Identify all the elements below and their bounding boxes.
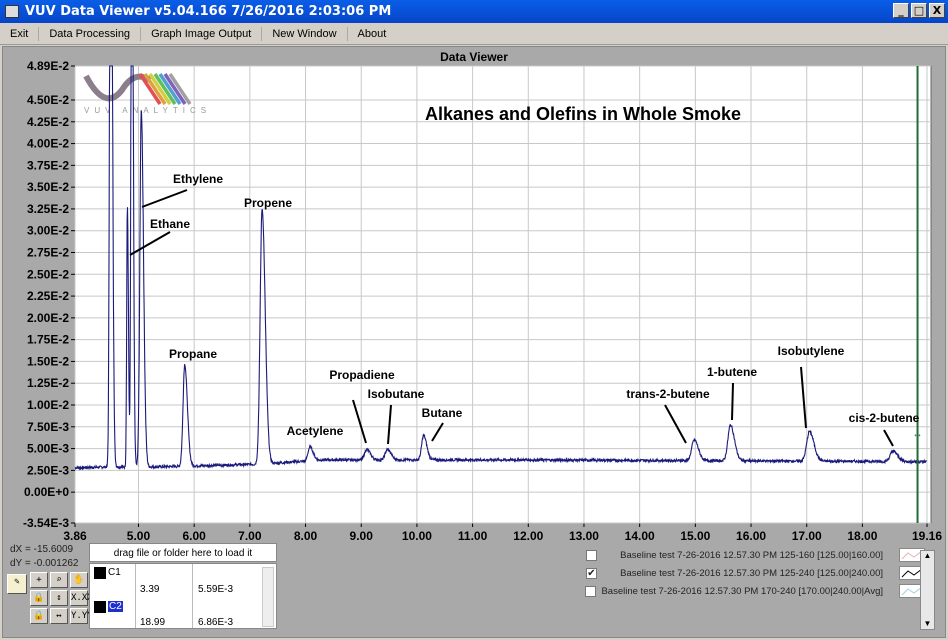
plot-legend: Baseline test 7-26-2016 12.57.30 PM 125-… bbox=[585, 548, 925, 602]
plot-area bbox=[74, 65, 932, 524]
peak-label: trans-2-butene bbox=[626, 387, 710, 401]
x-tick-label: 8.00 bbox=[294, 529, 318, 543]
peak-pointer bbox=[731, 382, 734, 421]
x-tick-label: 10.00 bbox=[402, 529, 432, 543]
legend-label: Baseline test 7-26-2016 12.57.30 PM 125-… bbox=[620, 568, 883, 579]
peak-label: Ethane bbox=[150, 217, 190, 231]
legend-item: Baseline test 7-26-2016 12.57.30 PM 125-… bbox=[585, 548, 925, 566]
peak-label: Isobutane bbox=[368, 387, 425, 401]
y-tick-label: 7.50E-3 bbox=[27, 420, 69, 434]
pan-hand-icon[interactable]: ✋ bbox=[70, 572, 88, 588]
y-tick-label: 1.25E-2 bbox=[27, 376, 69, 390]
x-lock-icon[interactable]: 🔒 bbox=[30, 590, 48, 606]
y-tick-label: 5.00E-3 bbox=[27, 442, 69, 456]
x-tick-label: 13.00 bbox=[569, 529, 599, 543]
y-tick-label: 4.50E-2 bbox=[27, 93, 69, 107]
y-tick-label: 0.00E+0 bbox=[24, 485, 69, 499]
cursor-c1-swatch bbox=[94, 567, 106, 579]
peak-label: Propene bbox=[244, 196, 292, 210]
x-tick-label: 14.00 bbox=[625, 529, 655, 543]
x-tick-label: 15.00 bbox=[680, 529, 710, 543]
legend-scrollbar[interactable]: ▲ ▼ bbox=[920, 550, 935, 630]
y-tick-label: 2.50E-3 bbox=[27, 463, 69, 477]
dx-readout: dX = -15.6009 bbox=[10, 544, 74, 555]
x-tick-label: 7.00 bbox=[238, 529, 262, 543]
y-tick-label: 2.25E-2 bbox=[27, 289, 69, 303]
legend-item: ✔ Baseline test 7-26-2016 12.57.30 PM 12… bbox=[585, 566, 925, 584]
cursor-c2-swatch bbox=[94, 601, 106, 613]
y-tick-label: 3.00E-2 bbox=[27, 224, 69, 238]
peak-label: Propane bbox=[169, 347, 217, 361]
peak-label: Butane bbox=[422, 406, 463, 420]
peak-label: 1-butene bbox=[707, 365, 757, 379]
cursor-c2-x: 18.99 bbox=[140, 617, 166, 628]
x-format-button[interactable]: X.XX bbox=[70, 590, 93, 606]
chromatogram-chart[interactable]: 3.86 5.00 6.00 7.00 8.00 9.00 10.00 11.00 12.00 1… bbox=[0, 0, 948, 545]
y-format-button[interactable]: Y.YY bbox=[70, 608, 93, 624]
x-tick-label: 18.00 bbox=[847, 529, 877, 543]
cursor-list-scrollbar[interactable] bbox=[262, 567, 274, 627]
y-tick-label: 2.75E-2 bbox=[27, 245, 69, 259]
annotate-pencil-icon[interactable]: ✎ bbox=[7, 574, 27, 594]
legend-label: Baseline test 7-26-2016 12.57.30 PM 125-… bbox=[620, 550, 883, 561]
scroll-down-icon[interactable]: ▼ bbox=[921, 619, 934, 628]
x-tick-label: 3.86 bbox=[63, 529, 87, 543]
peak-label: Propadiene bbox=[329, 368, 395, 382]
y-tick-label: 1.00E-2 bbox=[27, 398, 69, 412]
legend-label: Baseline test 7-26-2016 12.57.30 PM 170-… bbox=[601, 586, 883, 597]
legend-item: Baseline test 7-26-2016 12.57.30 PM 170-… bbox=[585, 584, 925, 602]
logo-text: VUV ANALYTICS bbox=[84, 106, 211, 115]
x-tick-label: 12.00 bbox=[513, 529, 543, 543]
y-tick-label: 3.25E-2 bbox=[27, 202, 69, 216]
y-tick-label: 4.25E-2 bbox=[27, 115, 69, 129]
y-tick-label: 4.00E-2 bbox=[27, 137, 69, 151]
file-drop-zone[interactable]: drag file or folder here to load it bbox=[89, 543, 277, 562]
cursor-c1-x: 3.39 bbox=[140, 584, 160, 595]
cursor-list: C1 3.39 5.59E-3 C2 18.99 6.86E-3 bbox=[89, 563, 277, 629]
cursor-c2-name[interactable]: C2 bbox=[108, 601, 123, 612]
legend-checkbox[interactable] bbox=[586, 550, 597, 561]
x-tick-label: 17.00 bbox=[792, 529, 822, 543]
cursor-crosshair-icon[interactable]: + bbox=[30, 572, 48, 588]
legend-checkbox[interactable]: ✔ bbox=[586, 568, 597, 579]
y-tick-label: 4.89E-2 bbox=[27, 59, 69, 73]
legend-checkbox[interactable] bbox=[585, 586, 596, 597]
peak-label: Ethylene bbox=[173, 172, 223, 186]
y-tick-label: -3.54E-3 bbox=[23, 516, 69, 530]
peak-label: cis-2-butene bbox=[849, 411, 920, 425]
cursor-c1-name[interactable]: C1 bbox=[108, 567, 121, 578]
x-autoscale-icon[interactable]: ↕ bbox=[50, 590, 68, 606]
y-autoscale-icon[interactable]: ↔ bbox=[50, 608, 68, 624]
x-tick-label: 9.00 bbox=[350, 529, 374, 543]
chart-title: Alkanes and Olefins in Whole Smoke bbox=[425, 104, 741, 124]
x-tick-label: 11.00 bbox=[458, 529, 488, 543]
y-tick-label: 1.75E-2 bbox=[27, 333, 69, 347]
y-tick-label: 1.50E-2 bbox=[27, 354, 69, 368]
x-tick-label: 5.00 bbox=[127, 529, 151, 543]
x-tick-label: 6.00 bbox=[182, 529, 206, 543]
scroll-up-icon[interactable]: ▲ bbox=[921, 551, 934, 560]
y-tick-label: 3.75E-2 bbox=[27, 158, 69, 172]
peak-label: Isobutylene bbox=[778, 344, 845, 358]
y-tick-label: 2.50E-2 bbox=[27, 267, 69, 281]
cursor-c1-y: 5.59E-3 bbox=[198, 584, 234, 595]
y-tick-label: 2.00E-2 bbox=[27, 311, 69, 325]
dy-readout: dY = -0.001262 bbox=[10, 558, 79, 569]
x-tick-label: 19.16 bbox=[912, 529, 942, 543]
peak-label: Acetylene bbox=[287, 424, 344, 438]
cursor-c2-marker: ↔ bbox=[913, 429, 923, 440]
x-tick-label: 16.00 bbox=[736, 529, 766, 543]
y-tick-label: 3.50E-2 bbox=[27, 180, 69, 194]
y-lock-icon[interactable]: 🔒 bbox=[30, 608, 48, 624]
zoom-icon[interactable]: ⌕ bbox=[50, 572, 68, 588]
cursor-c2-y: 6.86E-3 bbox=[198, 617, 234, 628]
